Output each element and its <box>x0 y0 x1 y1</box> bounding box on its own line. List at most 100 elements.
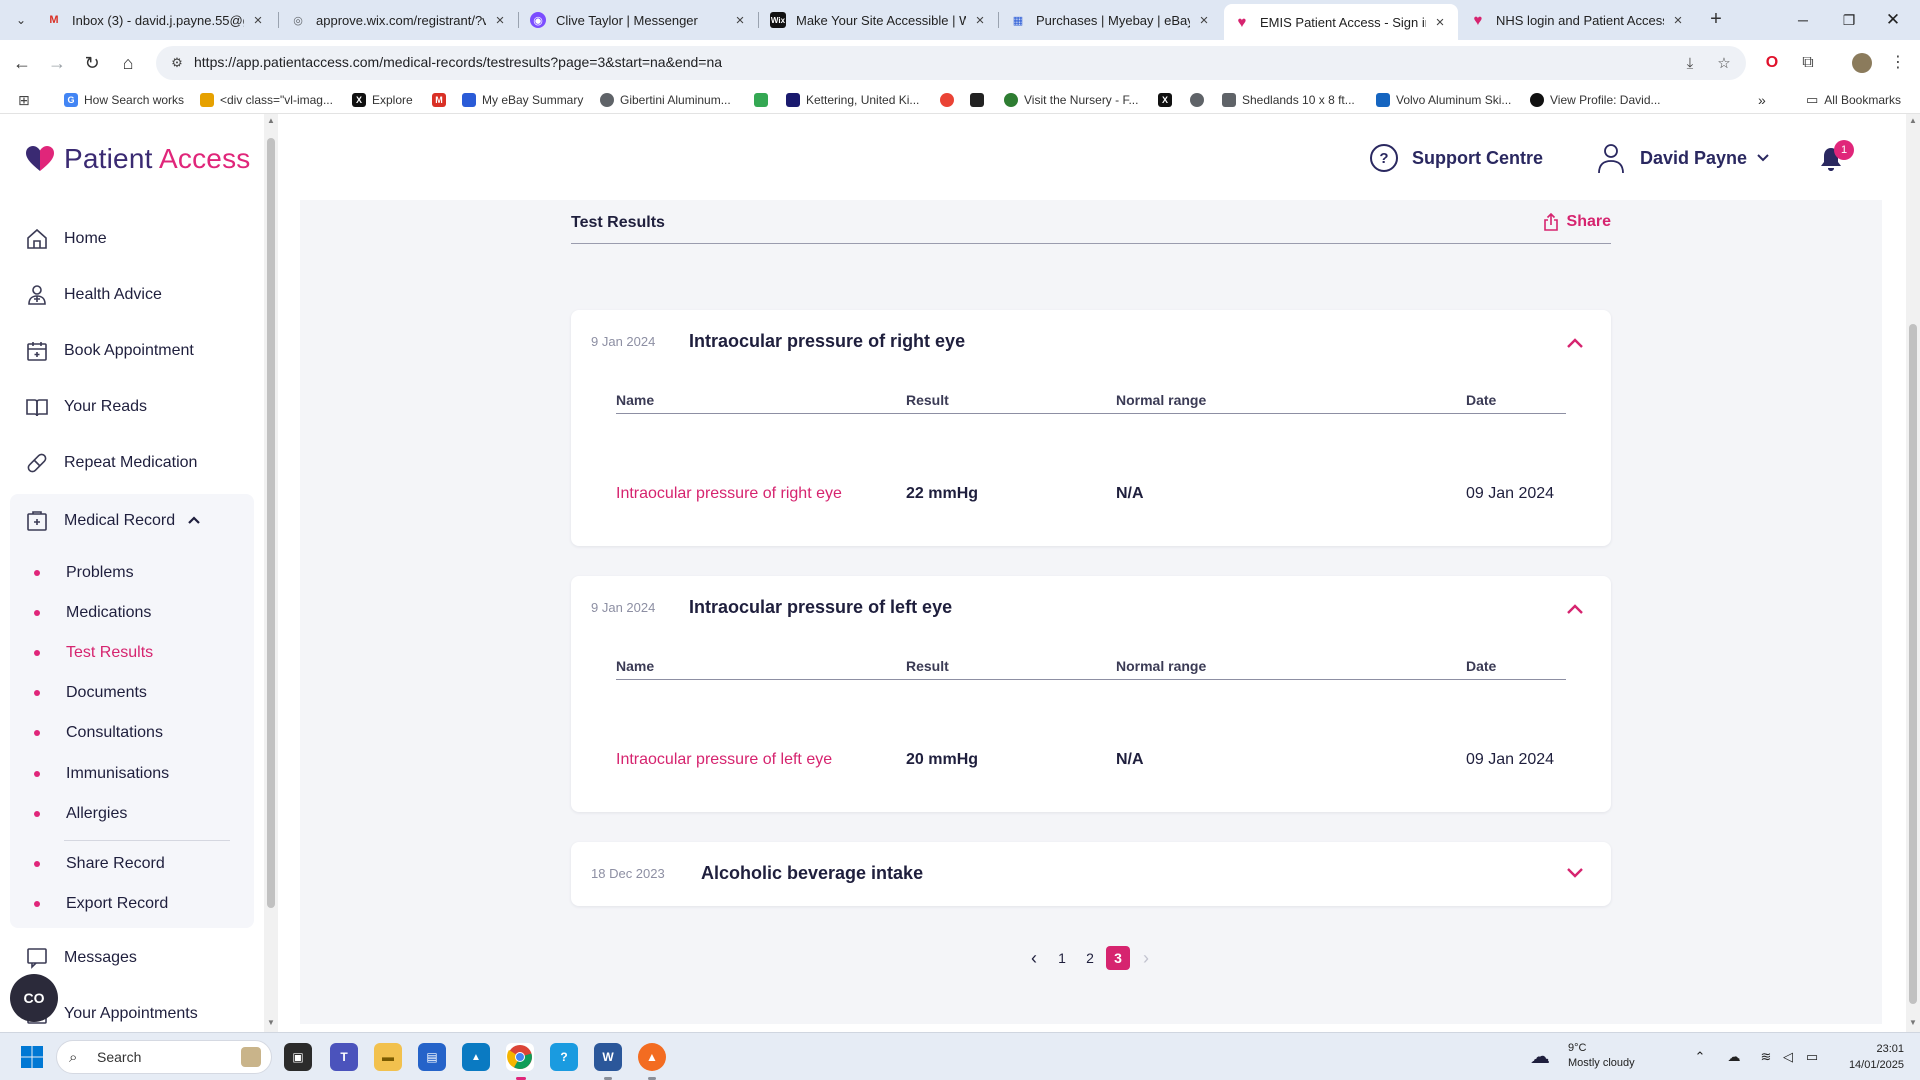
close-window-icon[interactable]: ✕ <box>1878 6 1908 34</box>
back-arrow-icon[interactable]: ← <box>10 51 34 75</box>
share-button[interactable]: Share <box>1543 213 1611 231</box>
apps-grid-icon[interactable]: ⊞ <box>18 92 34 108</box>
bookmark-item[interactable]: X Explore <box>352 91 413 109</box>
close-tab-icon[interactable]: × <box>1670 12 1686 29</box>
nav-item-your-reads[interactable]: Your Reads <box>24 392 147 422</box>
result-name-link[interactable]: Intraocular pressure of left eye <box>616 751 832 769</box>
profile-avatar[interactable] <box>1850 51 1874 75</box>
sidebar-item-share-record[interactable]: Share Record <box>34 852 165 876</box>
taskbar-clock[interactable]: 23:01 14/01/2025 <box>1840 1041 1904 1073</box>
bookmark-item[interactable] <box>940 91 960 109</box>
microsoft-store-icon[interactable]: ▤ <box>418 1043 446 1071</box>
pagination-page-3-current[interactable]: 3 <box>1106 946 1130 970</box>
bookmark-item[interactable]: My eBay Summary <box>462 91 583 109</box>
sidebar-item-export-record[interactable]: Export Record <box>34 892 168 916</box>
browser-tab[interactable]: Wix Make Your Site Accessible | Wix × <box>760 4 998 36</box>
page-scroll-thumb[interactable] <box>1909 324 1917 1004</box>
scroll-down-arrow-icon[interactable]: ▼ <box>1908 1018 1918 1028</box>
nav-item-book-appointment[interactable]: Book Appointment <box>24 336 194 366</box>
reload-icon[interactable]: ↻ <box>80 51 104 75</box>
opera-extension-icon[interactable]: O <box>1760 51 1784 75</box>
bookmark-item[interactable]: Visit the Nursery - F... <box>1004 91 1138 109</box>
bookmark-item[interactable] <box>1190 91 1210 109</box>
scroll-down-arrow-icon[interactable]: ▼ <box>266 1018 276 1028</box>
pagination-page-2[interactable]: 2 <box>1078 946 1102 970</box>
close-tab-icon[interactable]: × <box>250 12 266 29</box>
close-tab-icon[interactable]: × <box>492 12 508 29</box>
tray-chevron-up-icon[interactable]: ⌃ <box>1690 1047 1710 1067</box>
help-icon[interactable]: ? <box>550 1043 578 1071</box>
sidebar-item-documents[interactable]: Documents <box>34 681 147 705</box>
bookmark-item[interactable]: G How Search works <box>64 91 184 109</box>
result-name-link[interactable]: Intraocular pressure of right eye <box>616 485 842 503</box>
chevron-up-icon[interactable] <box>1565 334 1585 354</box>
result-title[interactable]: Intraocular pressure of left eye <box>689 597 952 618</box>
wifi-icon[interactable]: ≋ <box>1756 1047 1776 1067</box>
pagination-prev-button[interactable]: ‹ <box>1022 946 1046 970</box>
app-icon[interactable]: ▲ <box>462 1043 490 1071</box>
bookmark-item[interactable]: Kettering, United Ki... <box>786 91 919 109</box>
bookmark-star-icon[interactable]: ☆ <box>1714 54 1734 74</box>
support-centre-link[interactable]: ? Support Centre <box>1370 144 1543 172</box>
close-tab-icon[interactable]: × <box>972 12 988 29</box>
forward-arrow-icon[interactable]: → <box>45 51 69 75</box>
windows-start-icon[interactable] <box>20 1045 44 1069</box>
file-explorer-icon[interactable]: ▬ <box>374 1043 402 1071</box>
bookmark-item[interactable]: M <box>432 91 452 109</box>
browser-tab[interactable]: ◉ Clive Taylor | Messenger × <box>520 4 758 36</box>
browser-menu-icon[interactable]: ⋮ <box>1886 51 1910 75</box>
sidebar-item-allergies[interactable]: Allergies <box>34 802 127 826</box>
taskbar-search-box[interactable]: ⌕ Search <box>56 1040 272 1074</box>
pagination-next-button[interactable]: › <box>1134 946 1158 970</box>
close-tab-icon[interactable]: × <box>1432 14 1448 31</box>
sidebar-item-test-results[interactable]: Test Results <box>34 641 153 665</box>
browser-tab[interactable]: ◎ approve.wix.com/registrant/?ve × <box>280 4 518 36</box>
restore-icon[interactable]: ❐ <box>1834 6 1864 34</box>
close-tab-icon[interactable]: × <box>732 12 748 29</box>
battery-icon[interactable]: ▭ <box>1802 1047 1822 1067</box>
all-bookmarks[interactable]: ▭ All Bookmarks <box>1806 91 1901 109</box>
teams-icon[interactable]: T <box>330 1043 358 1071</box>
accessibility-widget-button[interactable]: CO <box>10 974 58 1022</box>
chrome-icon[interactable] <box>506 1043 534 1071</box>
browser-tab-active[interactable]: ♥ EMIS Patient Access - Sign in or × <box>1224 4 1458 40</box>
nav-item-repeat-medication[interactable]: Repeat Medication <box>24 448 197 478</box>
chevron-up-icon[interactable] <box>1565 600 1585 620</box>
minimize-icon[interactable]: ─ <box>1788 6 1818 34</box>
chevron-down-icon[interactable] <box>1565 862 1585 882</box>
home-button-icon[interactable]: ⌂ <box>116 51 140 75</box>
bookmark-item[interactable]: X <box>1158 91 1178 109</box>
bookmark-item[interactable]: <div class="vl-imag... <box>200 91 333 109</box>
bookmark-item[interactable]: Shedlands 10 x 8 ft... <box>1222 91 1355 109</box>
browser-tab[interactable]: M Inbox (3) - david.j.payne.55@gm × <box>36 4 276 36</box>
result-title[interactable]: Intraocular pressure of right eye <box>689 331 965 352</box>
volume-icon[interactable]: ◁ <box>1778 1047 1798 1067</box>
close-tab-icon[interactable]: × <box>1196 12 1212 29</box>
page-scrollbar[interactable]: ▲ ▼ <box>1906 114 1920 1032</box>
bookmark-item[interactable]: Volvo Aluminum Ski... <box>1376 91 1511 109</box>
user-menu[interactable]: David Payne <box>1596 142 1769 174</box>
onedrive-off-icon[interactable]: ☁ <box>1724 1047 1744 1067</box>
sidebar-item-problems[interactable]: Problems <box>34 561 134 585</box>
patient-access-logo[interactable]: Patient Access <box>24 142 250 176</box>
sidebar-scroll-thumb[interactable] <box>267 138 275 908</box>
nav-item-messages[interactable]: Messages <box>24 943 137 973</box>
nav-item-home[interactable]: Home <box>24 224 107 254</box>
scroll-up-arrow-icon[interactable]: ▲ <box>266 116 276 126</box>
more-bookmarks-chevron-icon[interactable]: » <box>1758 91 1766 109</box>
tab-search-chevron-icon[interactable]: ⌄ <box>10 9 32 31</box>
task-view-icon[interactable]: ▣ <box>284 1043 312 1071</box>
scroll-up-arrow-icon[interactable]: ▲ <box>1908 116 1918 126</box>
sidebar-item-consultations[interactable]: Consultations <box>34 721 163 745</box>
extensions-puzzle-icon[interactable]: ⧉ <box>1796 51 1820 75</box>
bookmark-item[interactable]: Gibertini Aluminum... <box>600 91 731 109</box>
bookmark-item[interactable]: View Profile: David... <box>1530 91 1661 109</box>
weather-widget[interactable]: ☁ 9°C Mostly cloudy <box>1530 1041 1635 1071</box>
sidebar-item-medications[interactable]: Medications <box>34 601 151 625</box>
word-icon[interactable]: W <box>594 1043 622 1071</box>
address-bar[interactable]: ⚙ https://app.patientaccess.com/medical-… <box>156 46 1746 80</box>
browser-tab[interactable]: ♥ NHS login and Patient Access | × <box>1460 4 1696 36</box>
install-app-icon[interactable]: ⤓ <box>1680 54 1700 74</box>
bookmark-item[interactable] <box>754 91 774 109</box>
site-info-icon[interactable]: ⚙ <box>168 54 186 72</box>
